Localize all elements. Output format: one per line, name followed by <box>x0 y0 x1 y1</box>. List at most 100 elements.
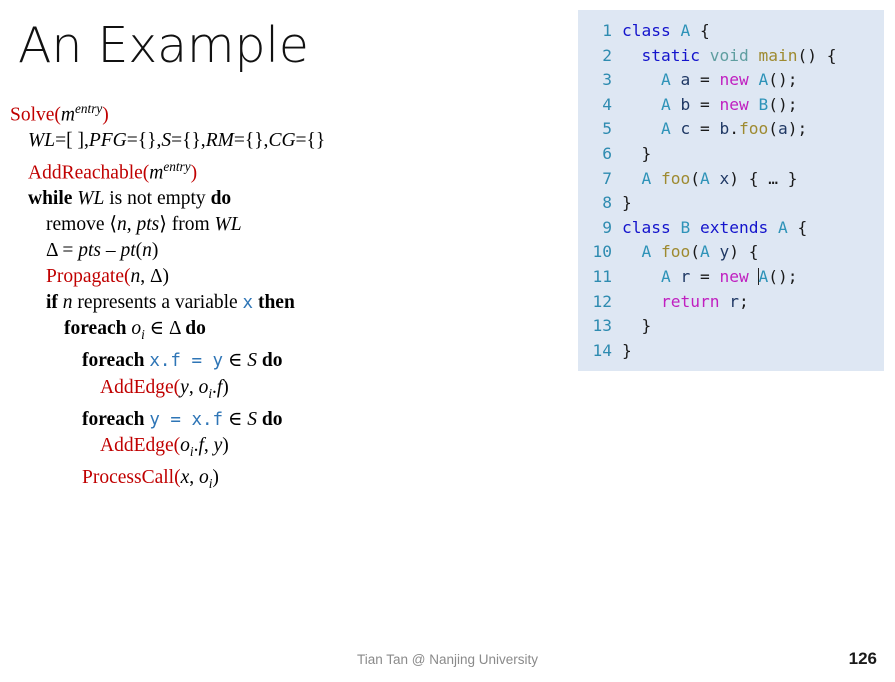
algorithm-token: , <box>203 435 214 457</box>
code-line-number: 4 <box>602 94 612 114</box>
code-line-number: 12 <box>592 291 613 311</box>
algorithm-token: represents a variable <box>72 291 243 313</box>
code-line-number: 11 <box>592 266 613 286</box>
code-token: A <box>680 21 691 40</box>
algorithm-token: ={}, <box>233 130 269 152</box>
algorithm-token: ={} <box>295 130 326 152</box>
algorithm-token: =[ ], <box>55 130 89 152</box>
algorithm-token: ∈ <box>223 408 248 430</box>
algorithm-token: is not empty <box>104 188 211 210</box>
algorithm-token: x <box>180 467 190 489</box>
code-token: = <box>690 119 720 139</box>
algorithm-token: ) <box>151 239 159 261</box>
code-token: A <box>641 168 652 188</box>
algorithm-line: foreach oi ∈ Δ do <box>10 316 440 348</box>
algorithm-token: ) <box>190 162 198 184</box>
algorithm-token: o <box>198 376 209 398</box>
algorithm-token: then <box>257 291 295 313</box>
code-token: a <box>680 70 691 90</box>
algorithm-token: o <box>131 318 142 340</box>
code-line: 13 } <box>578 314 884 339</box>
code-token: A <box>758 266 769 286</box>
code-token: () { <box>797 45 837 65</box>
algorithm-token: y <box>213 435 223 457</box>
algorithm-token: do <box>185 318 206 340</box>
algorithm-token: while <box>28 188 78 210</box>
code-line: 1 class A { <box>578 19 884 44</box>
code-line-number: 14 <box>592 340 613 360</box>
code-line-number: 5 <box>602 119 612 139</box>
code-token: A <box>660 119 671 139</box>
code-line: 12 return r; <box>578 290 884 315</box>
code-token: new <box>719 266 759 286</box>
algorithm-token: x.f = y <box>149 351 224 372</box>
algorithm-token: foreach <box>82 350 150 372</box>
code-token: ( <box>690 168 700 188</box>
code-token: b <box>719 119 730 139</box>
code-line: 14} <box>578 339 884 364</box>
algorithm-token: WL <box>28 130 56 152</box>
algorithm-token: foreach <box>82 408 150 430</box>
algorithm-token: remove ⟨ <box>46 214 117 236</box>
code-token: } <box>622 316 652 336</box>
algorithm-token: AddReachable( <box>28 162 150 184</box>
algorithm-token: S <box>247 408 258 430</box>
code-token: } <box>622 340 632 360</box>
algorithm-token: pt <box>120 239 136 261</box>
algorithm-token: n <box>130 265 141 287</box>
algorithm-line: ProcessCall(x, oi) <box>10 465 440 497</box>
code-token: return <box>660 291 730 311</box>
algorithm-token: – <box>100 239 121 261</box>
algorithm-line: AddEdge(oi.f, y) <box>10 433 440 465</box>
algorithm-line: foreach y = x.f ∈ S do <box>10 407 440 434</box>
algorithm-line: AddReachable(mentry) <box>10 154 440 186</box>
algorithm-line: AddEdge(y, oi.f) <box>10 375 440 407</box>
code-token: a <box>777 119 788 139</box>
code-line-number: 3 <box>602 70 612 90</box>
algorithm-token: ={}, <box>171 130 206 152</box>
code-line-number: 9 <box>602 217 612 237</box>
algorithm-token: ={}, <box>126 130 162 152</box>
algorithm-token: m <box>60 104 76 126</box>
code-token: A <box>777 217 788 237</box>
code-token: ( <box>690 242 700 262</box>
algorithm-line: if n represents a variable x then <box>10 290 440 317</box>
algorithm-line: Propagate(n, Δ) <box>10 264 440 290</box>
code-line: 6 } <box>578 142 884 167</box>
algorithm-token: WL <box>77 188 105 210</box>
code-line: 9 class B extends A { <box>578 216 884 241</box>
code-line-number: 1 <box>602 21 612 40</box>
code-token: = <box>690 94 720 114</box>
algorithm-token: ∈ Δ <box>144 318 186 340</box>
code-token: A <box>660 266 671 286</box>
code-line-number: 2 <box>602 45 612 65</box>
algorithm-token: CG <box>268 130 296 152</box>
algorithm-token: x <box>242 292 254 313</box>
algorithm-token: if <box>46 291 63 313</box>
algorithm-token: , <box>188 376 199 398</box>
code-token: = <box>690 70 720 90</box>
code-line-number: 6 <box>602 143 612 163</box>
algorithm-token: Propagate( <box>46 265 131 287</box>
code-token: y <box>719 242 730 262</box>
java-code-block: 1 class A {2 static void main() {3 A a = … <box>578 10 884 371</box>
code-token: . <box>729 119 739 139</box>
code-token: A <box>660 94 671 114</box>
algorithm-token: o <box>198 467 209 489</box>
code-token: } <box>622 193 632 213</box>
code-token: class <box>622 21 681 40</box>
code-token: { <box>787 217 808 237</box>
algorithm-token: , <box>126 214 137 236</box>
code-token: B <box>758 94 769 114</box>
algorithm-token: WL <box>214 214 242 236</box>
algorithm-token: entry <box>75 101 103 116</box>
algorithm-token: foreach <box>64 318 132 340</box>
